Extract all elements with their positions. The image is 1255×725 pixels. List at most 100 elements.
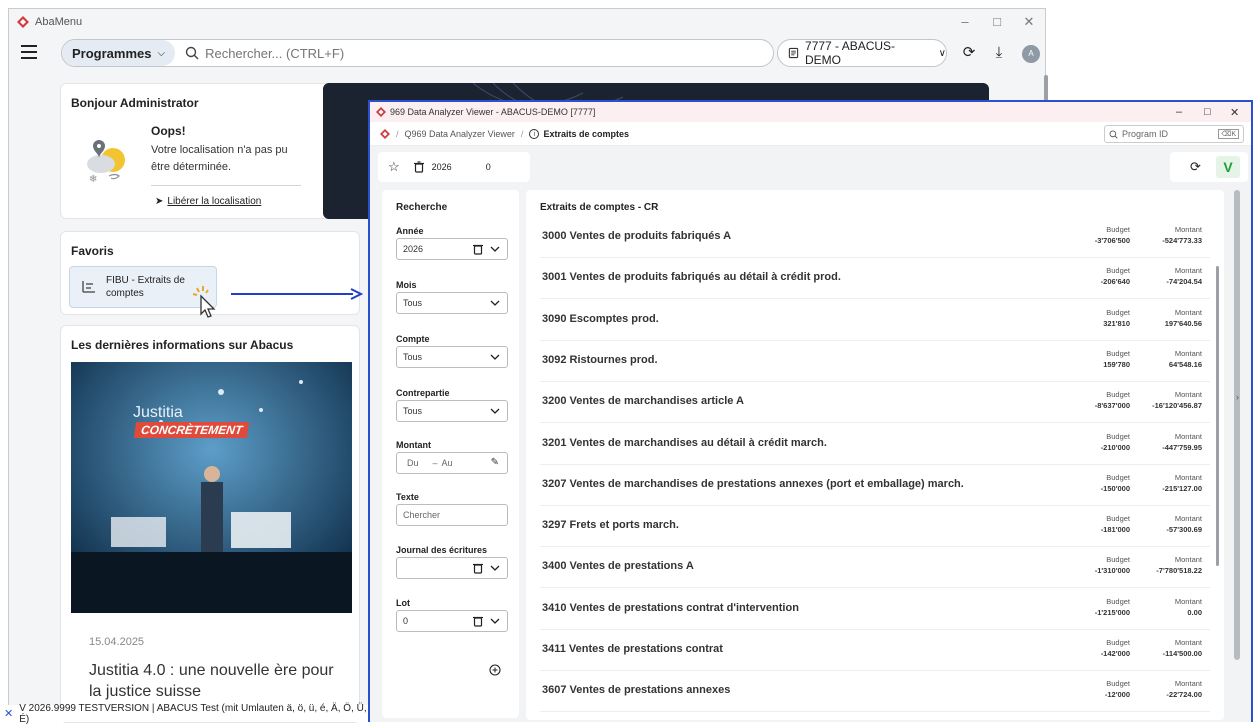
maximize-button[interactable]: □	[979, 9, 1015, 35]
lot-value: 0	[403, 616, 409, 626]
free-location-link[interactable]: ➤ Libérer la localisation	[155, 196, 261, 207]
table-row[interactable]: 3201 Ventes de marchandises au détail à …	[540, 423, 1210, 465]
amount-from[interactable]: Du	[407, 458, 419, 468]
expand-right-icon[interactable]: ›	[1236, 392, 1239, 402]
amount-value: -7'780'518.22	[1156, 566, 1202, 576]
refresh-icon[interactable]: ⟳	[1190, 159, 1201, 175]
edit-icon[interactable]: ✎	[491, 457, 499, 468]
close-button[interactable]: ✕	[1011, 9, 1047, 35]
journal-select[interactable]	[396, 557, 508, 579]
table-row[interactable]: 3400 Ventes de prestations A Budget -1'310…	[540, 546, 1210, 589]
image-text-justitia: Justitia	[133, 404, 183, 421]
amount-label: Montant	[396, 440, 431, 450]
month-select[interactable]: Tous	[396, 292, 508, 314]
table-row[interactable]: 3001 Ventes de produits fabriqués au dét…	[540, 257, 1210, 300]
journal-label: Journal des écritures	[396, 545, 488, 555]
budget-value: -1'215'000	[1094, 607, 1130, 617]
close-button[interactable]: ✕	[1230, 106, 1239, 119]
viewer-toolbar: ☆ 2026 0	[378, 152, 530, 182]
trash-icon[interactable]	[473, 615, 483, 627]
add-circle-icon[interactable]	[489, 664, 501, 676]
budget-value: -8'637'000	[1094, 401, 1130, 411]
list-scrollbar[interactable]	[1216, 266, 1219, 566]
programs-dropdown[interactable]: Programmes ⌵	[62, 40, 176, 66]
info-icon: i	[529, 128, 540, 139]
minimize-button[interactable]: –	[1176, 106, 1182, 118]
amount-value: 197'640.56	[1164, 318, 1202, 328]
download-icon[interactable]: ⤓	[989, 43, 1009, 63]
menu-icon[interactable]	[21, 45, 37, 59]
budget-header: Budget	[1106, 431, 1130, 441]
text-label: Texte	[396, 492, 419, 502]
trash-icon[interactable]	[473, 243, 483, 255]
budget-header: Budget	[1106, 472, 1130, 482]
budget-value: -206'640	[1100, 277, 1130, 287]
mandant-selector[interactable]: 7777 - ABACUS-DEMO ∨	[777, 39, 947, 67]
abacus-logo-icon	[17, 16, 29, 28]
star-icon[interactable]: ☆	[388, 159, 400, 175]
program-id-input[interactable]: Program ID ⌫K	[1104, 125, 1244, 143]
amount-value: 0.00	[1187, 607, 1202, 617]
viewer-body: ☆ 2026 0 ⟳ V Recherche Année 2026 Mois T…	[370, 146, 1251, 722]
minimize-button[interactable]: –	[947, 9, 983, 35]
abacus-logo-icon	[380, 128, 390, 139]
close-status-icon[interactable]: ✕	[4, 707, 13, 720]
counterpart-select[interactable]: Tous	[396, 400, 508, 422]
account-select[interactable]: Tous	[396, 346, 508, 368]
trash-icon[interactable]	[473, 562, 483, 574]
viewer-scrollbar[interactable]	[1234, 190, 1240, 660]
table-row[interactable]: 3297 Frets et ports march. Budget -181'000…	[540, 505, 1210, 548]
favorites-title: Favoris	[71, 244, 114, 258]
amount-header: Montant	[1174, 390, 1202, 400]
table-row[interactable]: 3092 Ristournes prod. Budget 159'780 Montan…	[540, 340, 1210, 382]
avatar[interactable]: A	[1022, 45, 1040, 63]
lot-select[interactable]: 0	[396, 610, 508, 632]
amount-range[interactable]: Du – Au ✎	[396, 452, 508, 474]
budget-value: 159'780	[1103, 359, 1130, 369]
table-row[interactable]: 3411 Ventes de prestations contrat Budget…	[540, 629, 1210, 671]
amount-value: -74'204.54	[1166, 277, 1202, 287]
table-row[interactable]: 3090 Escomptes prod. Budget 321'810 Montant…	[540, 299, 1210, 341]
amount-header: Montant	[1174, 225, 1202, 234]
chevron-down-icon: ⌵	[157, 47, 166, 59]
viewer-toolbar-right: ⟳ V	[1170, 152, 1248, 182]
trash-icon[interactable]	[413, 161, 424, 173]
counterpart-value: Tous	[403, 406, 423, 416]
location-arrow-icon: ➤	[155, 196, 164, 207]
table-row[interactable]: 3200 Ventes de marchandises article A Bud…	[540, 381, 1210, 424]
amount-header: Montant	[1174, 514, 1202, 524]
toolbar-year: 2026	[431, 162, 452, 172]
budget-value: -12'000	[1104, 690, 1130, 700]
search-input[interactable]	[205, 45, 773, 61]
table-row[interactable]: 3607 Ventes de prestations annexes Budget…	[540, 670, 1210, 713]
table-row[interactable]: 3410 Ventes de prestations contrat d'int…	[540, 588, 1210, 630]
table-row[interactable]: 3000 Ventes de produits fabriqués A Budge…	[540, 216, 1210, 258]
top-bar: Programmes ⌵ 7777 - ABACUS-DEMO ∨ ⟳ ⤓ A	[9, 35, 1045, 71]
text-input[interactable]: Chercher	[396, 504, 508, 526]
refresh-icon[interactable]: ⟳	[959, 43, 979, 63]
chevron-down-icon	[490, 246, 500, 252]
account-label: Compte	[396, 334, 430, 344]
year-value: 2026	[403, 244, 424, 254]
year-select[interactable]: 2026	[396, 238, 508, 260]
table-row[interactable]: 3207 Ventes de marchandises de prestatio…	[540, 464, 1210, 506]
accounts-list: Extraits de comptes - CR 3000 Ventes de …	[526, 190, 1224, 720]
account-name: 3207 Ventes de marchandises de prestatio…	[542, 477, 964, 490]
budget-value: -142'000	[1100, 649, 1130, 658]
stage-illustration	[71, 362, 352, 613]
chevron-down-icon	[490, 354, 500, 360]
news-headline[interactable]: Justitia 4.0 : une nouvelle ère pour la …	[89, 660, 339, 702]
maximize-button[interactable]: □	[1204, 106, 1211, 118]
search-icon	[1109, 130, 1118, 139]
welcome-card: Bonjour Administrator ❄ Oops! Votre loca…	[60, 83, 360, 219]
confirm-check-icon[interactable]: V	[1216, 156, 1240, 178]
news-card: Les dernières informations sur Abacus Ju…	[60, 325, 360, 723]
account-name: 3410 Ventes de prestations contrat d'int…	[542, 601, 799, 614]
account-name: 3411 Ventes de prestations contrat	[542, 643, 723, 655]
breadcrumb-item-program[interactable]: Q969 Data Analyzer Viewer	[405, 129, 515, 139]
breadcrumb-item-current: Extraits de comptes	[543, 128, 629, 139]
news-image: Justitia CONCRÈTEMENT	[71, 362, 352, 613]
amount-to[interactable]: Au	[442, 458, 453, 468]
cursor-click-icon	[192, 286, 216, 318]
toolbar-count: 0	[485, 162, 491, 172]
